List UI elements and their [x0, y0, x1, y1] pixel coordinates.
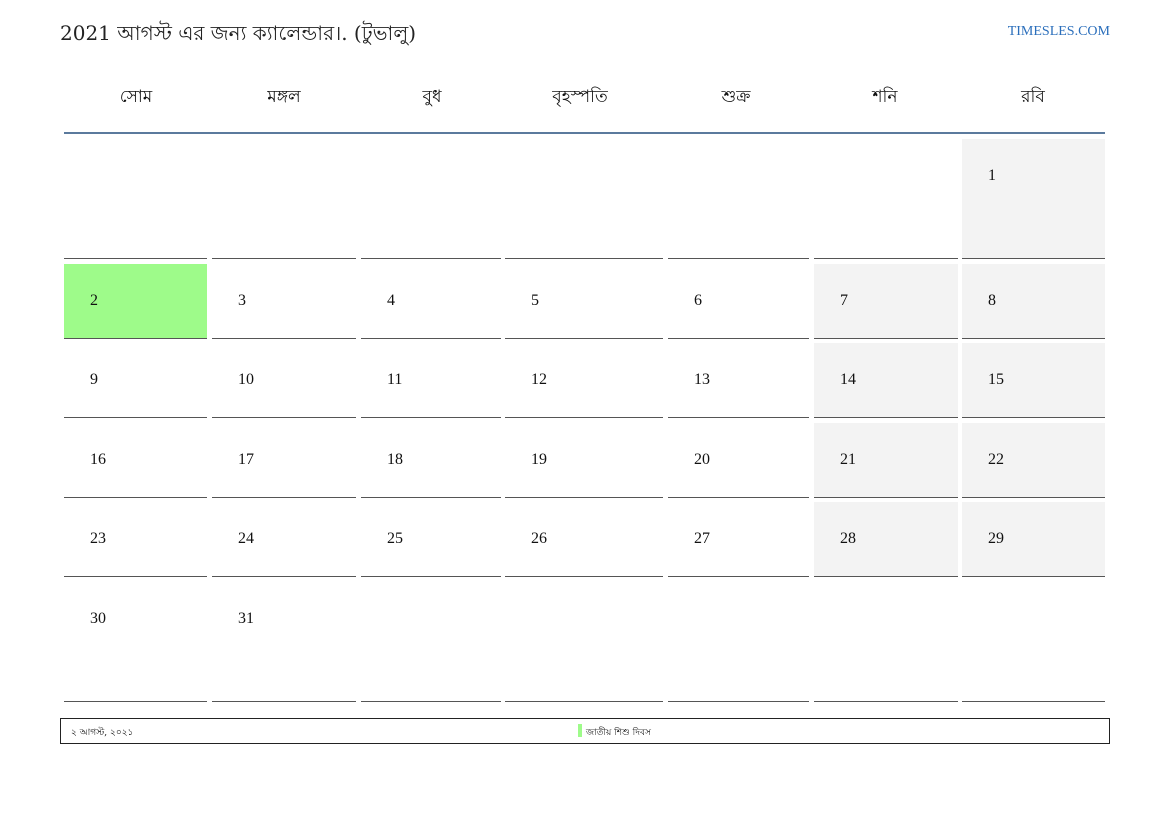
day-cell-8[interactable]: 8	[962, 264, 1105, 339]
day-cell-5[interactable]: 5	[505, 264, 663, 339]
day-number: 21	[840, 451, 856, 468]
day-cell-12[interactable]: 12	[505, 343, 663, 418]
day-cell-25[interactable]: 25	[361, 502, 501, 577]
day-number: 31	[238, 610, 254, 627]
day-number: 8	[988, 292, 996, 309]
empty-day-cell	[212, 139, 356, 259]
holiday-date: ২ আগস্ট, ২০২১	[71, 728, 134, 738]
day-number: 10	[238, 371, 254, 388]
day-cell-31[interactable]: 31	[212, 582, 356, 702]
day-cell-1[interactable]: 1	[962, 139, 1105, 259]
day-number: 16	[90, 451, 106, 468]
day-number: 14	[840, 371, 856, 388]
day-cell-20[interactable]: 20	[668, 423, 809, 498]
day-cell-23[interactable]: 23	[64, 502, 207, 577]
day-cell-10[interactable]: 10	[212, 343, 356, 418]
day-number: 15	[988, 371, 1004, 388]
day-number: 25	[387, 530, 403, 547]
day-number: 20	[694, 451, 710, 468]
day-cell-24[interactable]: 24	[212, 502, 356, 577]
day-number: 19	[531, 451, 547, 468]
day-cell-13[interactable]: 13	[668, 343, 809, 418]
day-number: 26	[531, 530, 547, 547]
day-number: 1	[988, 167, 996, 184]
day-cell-21[interactable]: 21	[814, 423, 958, 498]
day-number: 18	[387, 451, 403, 468]
day-cell-18[interactable]: 18	[361, 423, 501, 498]
empty-day-cell	[64, 139, 207, 259]
day-number: 6	[694, 292, 702, 309]
day-cell-4[interactable]: 4	[361, 264, 501, 339]
holiday-color-marker	[578, 724, 582, 737]
day-number: 3	[238, 292, 246, 309]
holiday-name: জাতীয় শিশু দিবস	[586, 728, 651, 738]
day-cell-27[interactable]: 27	[668, 502, 809, 577]
day-cell-30[interactable]: 30	[64, 582, 207, 702]
empty-day-cell	[814, 582, 958, 702]
day-number: 5	[531, 292, 539, 309]
day-cell-2[interactable]: 2	[64, 264, 207, 339]
page-title: 2021 আগস্ট এর জন্য ক্যালেন্ডার।. (টুভালু…	[60, 21, 417, 45]
day-number: 12	[531, 371, 547, 388]
day-cell-29[interactable]: 29	[962, 502, 1105, 577]
day-number: 24	[238, 530, 254, 547]
weekday-tue: মঙ্গল	[267, 87, 301, 107]
day-number: 7	[840, 292, 848, 309]
empty-day-cell	[668, 139, 809, 259]
weekday-mon: সোম	[119, 87, 153, 107]
day-number: 17	[238, 451, 254, 468]
day-cell-7[interactable]: 7	[814, 264, 958, 339]
day-number: 9	[90, 371, 98, 388]
empty-day-cell	[962, 582, 1105, 702]
empty-day-cell	[668, 582, 809, 702]
site-link[interactable]: TIMESLES.COM	[1008, 24, 1110, 40]
day-cell-26[interactable]: 26	[505, 502, 663, 577]
weekday-header-row: সোম মঙ্গল বুধ বৃহস্পতি শুক্র শনি রবি	[64, 76, 1105, 134]
day-cell-17[interactable]: 17	[212, 423, 356, 498]
day-cell-11[interactable]: 11	[361, 343, 501, 418]
day-number: 29	[988, 530, 1004, 547]
day-cell-14[interactable]: 14	[814, 343, 958, 418]
day-cell-28[interactable]: 28	[814, 502, 958, 577]
day-cell-19[interactable]: 19	[505, 423, 663, 498]
empty-day-cell	[505, 582, 663, 702]
day-number: 2	[90, 292, 98, 309]
holiday-legend: ২ আগস্ট, ২০২১ জাতীয় শিশু দিবস	[60, 718, 1110, 744]
day-number: 22	[988, 451, 1004, 468]
empty-day-cell	[814, 139, 958, 259]
weekday-sat: শনি	[872, 87, 898, 107]
weekday-wed: বুধ	[422, 87, 442, 107]
day-cell-15[interactable]: 15	[962, 343, 1105, 418]
day-cell-9[interactable]: 9	[64, 343, 207, 418]
day-number: 23	[90, 530, 106, 547]
empty-day-cell	[361, 582, 501, 702]
empty-day-cell	[505, 139, 663, 259]
day-cell-16[interactable]: 16	[64, 423, 207, 498]
day-cell-6[interactable]: 6	[668, 264, 809, 339]
day-number: 13	[694, 371, 710, 388]
day-number: 28	[840, 530, 856, 547]
empty-day-cell	[361, 139, 501, 259]
day-number: 30	[90, 610, 106, 627]
weekday-fri: শুক্র	[721, 87, 751, 107]
day-number: 27	[694, 530, 710, 547]
weekday-thu: বৃহস্পতি	[552, 87, 608, 107]
day-cell-22[interactable]: 22	[962, 423, 1105, 498]
day-cell-3[interactable]: 3	[212, 264, 356, 339]
weekday-sun: রবি	[1021, 87, 1045, 107]
day-number: 4	[387, 292, 395, 309]
day-number: 11	[387, 371, 403, 388]
